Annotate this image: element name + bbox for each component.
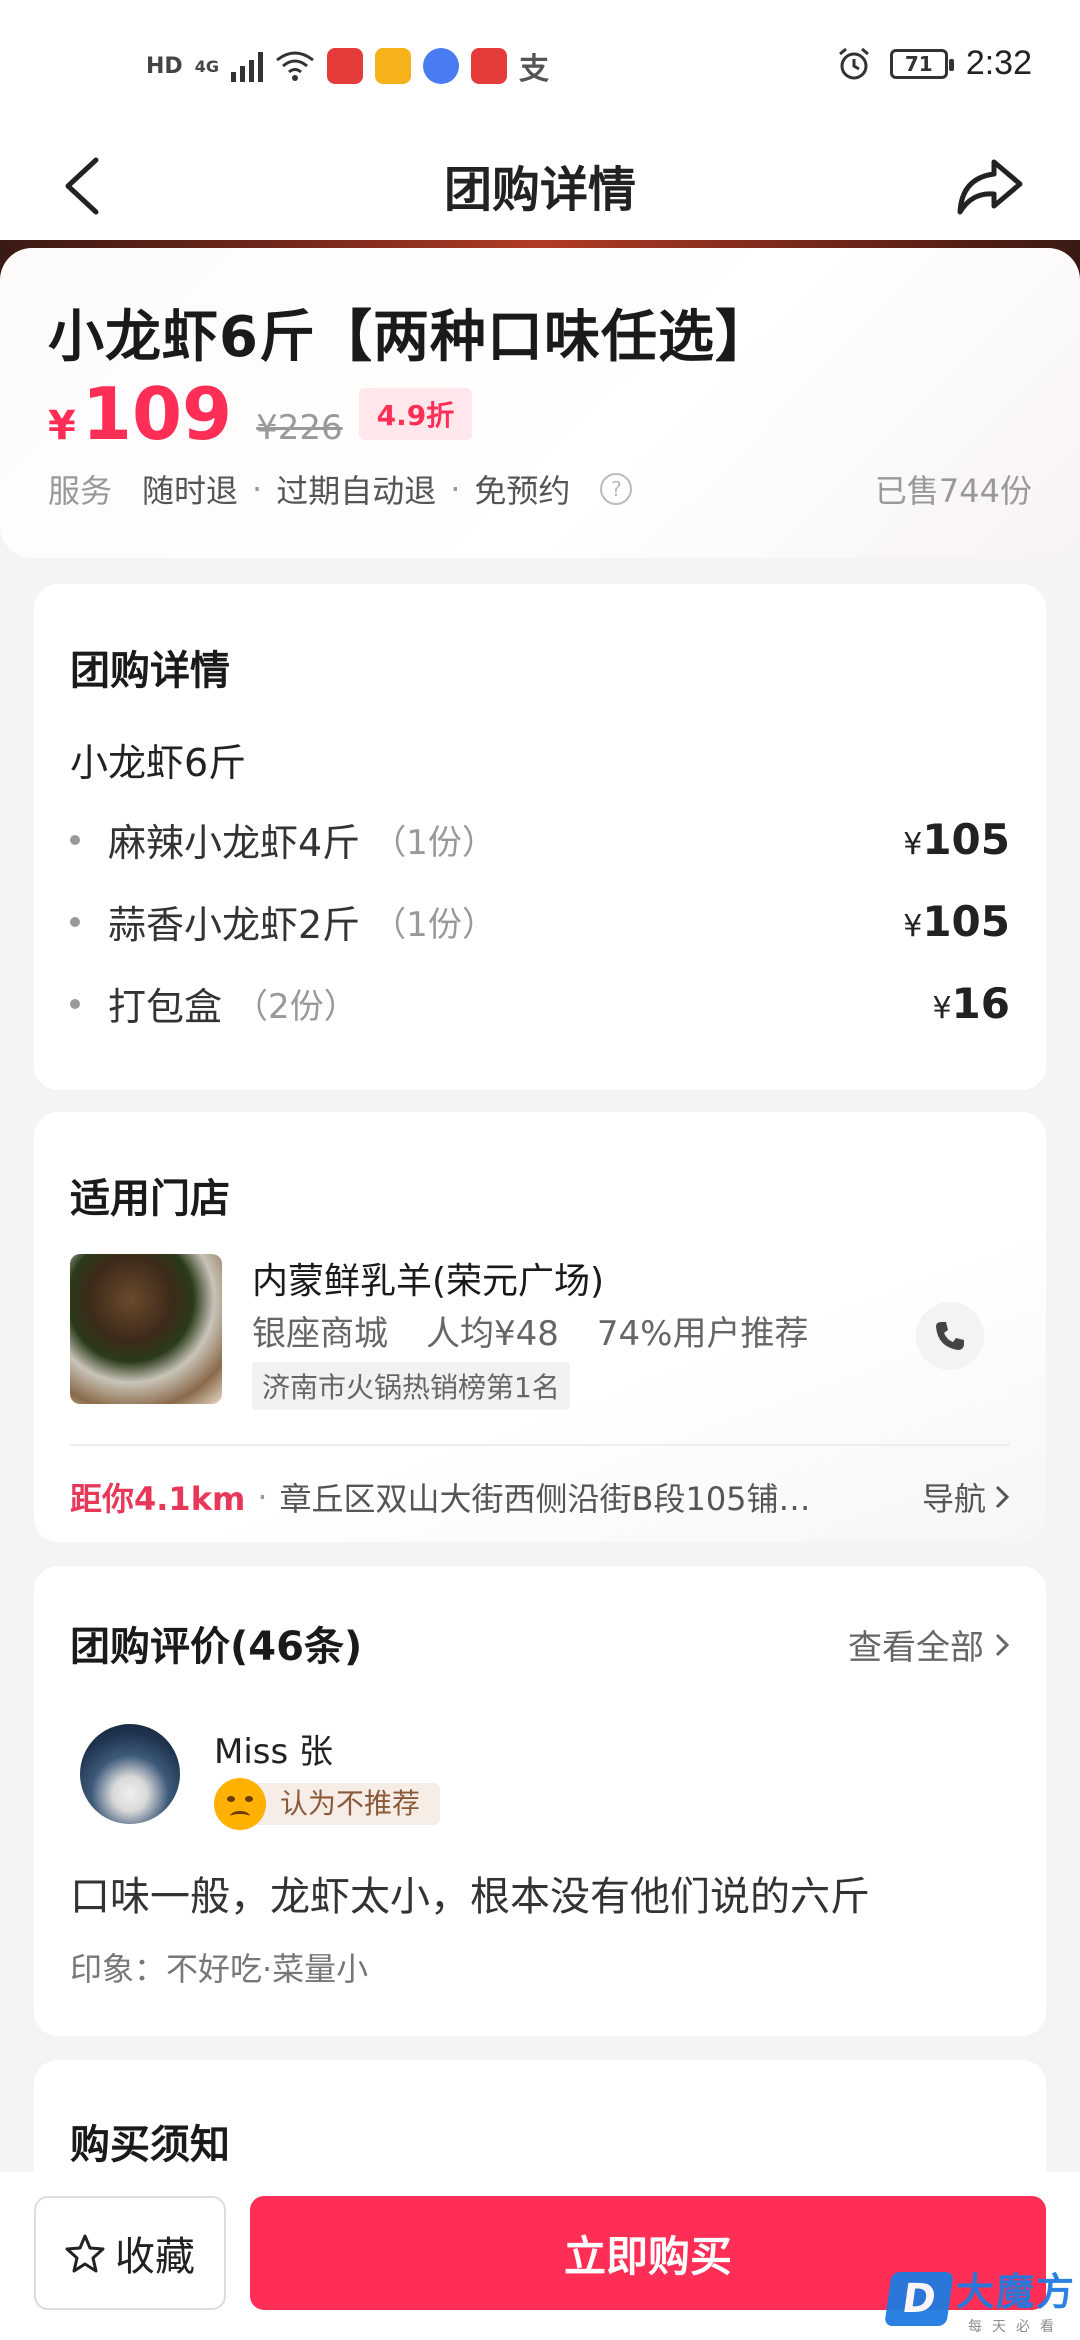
deal-header: 小龙虾6斤【两种口味任选】 ¥ 109 ¥226 4.9折 服务 随时退 · 过…: [0, 248, 1080, 558]
service-item: 随时退: [142, 472, 239, 510]
navigate-link[interactable]: 导航: [922, 1474, 1010, 1520]
separator-dot: ·: [450, 470, 461, 508]
review-text[interactable]: 口味一般，龙虾太小，根本没有他们说的六斤: [70, 1864, 870, 1922]
store-rank-badge[interactable]: 济南市火锅热销榜第1名: [252, 1362, 570, 1410]
store-address: 章丘区双山大街西侧沿街B段105铺…: [279, 1480, 811, 1518]
network-type: 4G: [194, 56, 219, 76]
bullet-icon: [70, 834, 80, 845]
favorite-label: 收藏: [115, 2234, 195, 2280]
price-row: ¥ 109 ¥226 4.9折: [48, 372, 473, 456]
store-recommend-rate: 74%用户推荐: [596, 1314, 809, 1354]
alipay-icon: 支: [518, 52, 549, 87]
music-app-icon: [422, 48, 459, 84]
share-icon[interactable]: [952, 148, 1028, 224]
item-name: 蒜香小龙虾2斤: [108, 903, 361, 947]
item-name: 麻辣小龙虾4斤: [108, 821, 361, 865]
signal-icon: [230, 50, 263, 82]
status-bar: HD 4G 支 71 2:32: [0, 0, 1080, 124]
package-name: 小龙虾6斤: [70, 741, 247, 785]
service-row[interactable]: 服务 随时退 · 过期自动退 · 免预约 ? 已售744份: [48, 466, 1032, 512]
item-price: ¥16: [932, 979, 1010, 1028]
sold-count: 已售744份: [874, 472, 1032, 510]
item-price: ¥105: [903, 815, 1010, 864]
divider: [70, 1444, 1010, 1446]
star-icon: [65, 2234, 105, 2273]
phone-button[interactable]: [916, 1302, 984, 1370]
separator-dot: ·: [257, 1478, 268, 1516]
item-name: 打包盒: [108, 985, 223, 1029]
service-items: 随时退 · 过期自动退 · 免预约 ?: [142, 466, 633, 512]
watermark-logo: D: [884, 2271, 954, 2326]
item-qty: （2份）: [234, 987, 358, 1027]
app-icon-yellow: [374, 48, 411, 84]
store-name[interactable]: 内蒙鲜乳羊(荣元广场): [252, 1252, 604, 1304]
separator-dot: ·: [252, 470, 263, 508]
section-title: 团购详情: [70, 648, 230, 694]
watermark-text: 大魔方 每天必看: [956, 2261, 1076, 2336]
unhappy-face-icon: [214, 1778, 266, 1830]
navigate-label: 导航: [921, 1480, 986, 1518]
item-qty: （1份）: [372, 823, 496, 863]
recommend-label: 认为不推荐: [244, 1783, 441, 1825]
item-price: ¥105: [903, 897, 1010, 946]
nav-bar: 团购详情: [0, 124, 1080, 248]
chevron-right-icon: [995, 1485, 1010, 1509]
review-impression: 印象：不好吃·菜量小: [70, 1950, 369, 1988]
service-item: 免预约: [474, 472, 571, 510]
app-icon-red-2: [470, 48, 507, 84]
battery-icon: 71: [889, 48, 954, 79]
store-photo[interactable]: [70, 1254, 222, 1404]
wifi-icon: [276, 51, 314, 81]
favorite-button[interactable]: 收藏: [34, 2196, 226, 2310]
chevron-right-icon: [995, 1633, 1010, 1656]
store-avg-price: 人均¥48: [426, 1314, 559, 1354]
store-card: 适用门店 内蒙鲜乳羊(荣元广场) 银座商城 人均¥48 74%用户推荐 济南市火…: [34, 1112, 1046, 1542]
clock: 2:32: [965, 44, 1032, 82]
not-recommend-tag: 认为不推荐: [214, 1778, 441, 1830]
service-item: 过期自动退: [276, 472, 437, 510]
app-icon-red: [326, 48, 363, 84]
service-label: 服务: [48, 472, 113, 510]
hd-indicator: HD: [146, 53, 183, 79]
section-title: 购买须知: [70, 2122, 230, 2168]
review-card: 团购评价(46条) 查看全部 Miss 张 认为不推荐 口味一般，龙虾太小，根本…: [34, 1566, 1046, 2036]
question-mark-icon[interactable]: ?: [600, 473, 633, 505]
price-currency: ¥: [48, 403, 76, 449]
status-left: HD 4G 支: [146, 44, 549, 88]
section-title: 团购评价(46条): [70, 1624, 363, 1670]
discount-badge: 4.9折: [358, 388, 473, 440]
view-all-label: 查看全部: [848, 1628, 984, 1668]
store-address-row[interactable]: 距你4.1km · 章丘区双山大街西侧沿街B段105铺… 导航: [70, 1474, 1010, 1520]
deal-title: 小龙虾6斤【两种口味任选】: [48, 305, 772, 370]
page-title: 团购详情: [443, 162, 636, 218]
item-qty: （1份）: [372, 905, 496, 945]
avatar[interactable]: [80, 1724, 180, 1824]
store-area: 银座商城: [252, 1314, 388, 1354]
store-meta: 银座商城 人均¥48 74%用户推荐: [252, 1306, 808, 1355]
deal-detail-card: 团购详情 小龙虾6斤 麻辣小龙虾4斤 （1份） ¥105 蒜香小龙虾2斤 （1份…: [34, 584, 1046, 1090]
package-item: 蒜香小龙虾2斤 （1份） ¥105: [70, 894, 1010, 949]
reviewer-name: Miss 张: [214, 1732, 334, 1772]
alarm-icon: [838, 47, 869, 79]
watermark: D 大魔方 每天必看: [884, 2261, 1076, 2336]
original-price: ¥226: [256, 408, 343, 448]
phone-icon: [936, 1322, 964, 1350]
watermark-slogan: 每天必看: [967, 2319, 1064, 2335]
package-item: 打包盒 （2份） ¥16: [70, 976, 1010, 1031]
view-all-link[interactable]: 查看全部: [848, 1620, 1010, 1669]
status-right: 71 2:32: [836, 44, 1032, 83]
section-title: 适用门店: [70, 1176, 230, 1222]
deal-price: 109: [81, 372, 233, 456]
distance-text: 距你4.1km: [70, 1480, 246, 1518]
watermark-name: 大魔方: [955, 2270, 1076, 2314]
bullet-icon: [70, 916, 80, 927]
package-item: 麻辣小龙虾4斤 （1份） ¥105: [70, 812, 1010, 867]
bullet-icon: [70, 998, 80, 1009]
